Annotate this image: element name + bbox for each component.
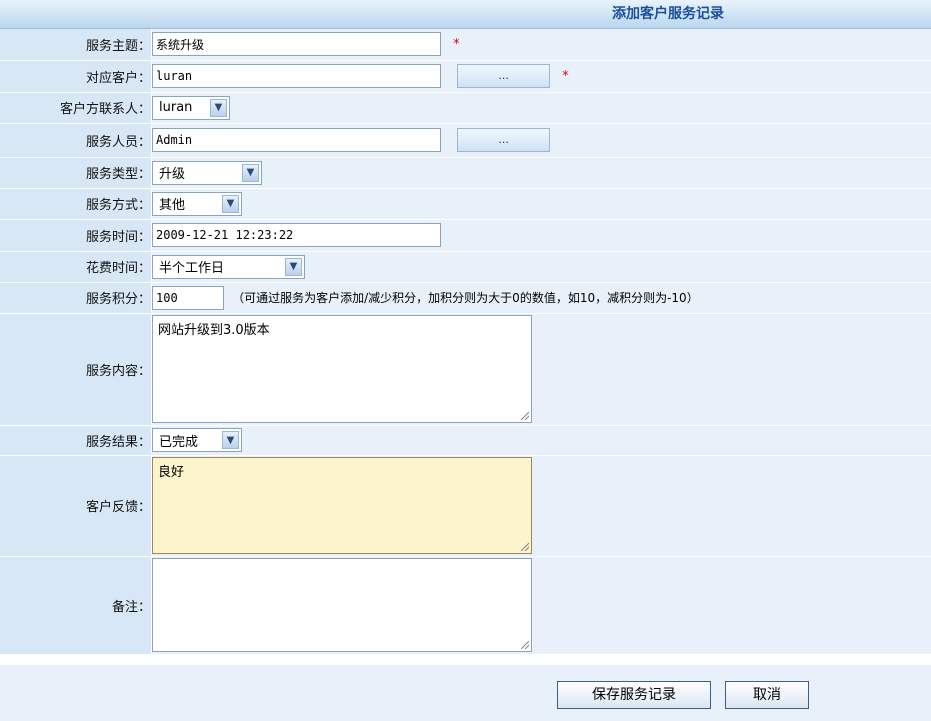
label-customer: 对应客户： — [0, 60, 152, 93]
resize-grip-icon[interactable] — [521, 412, 529, 420]
feedback-text: 良好 — [158, 465, 185, 480]
row-remark: 备注： — [0, 556, 931, 655]
row-contact: 客户方联系人： luran ▼ — [0, 92, 931, 124]
row-result: 服务结果： 已完成 ▼ — [0, 425, 931, 456]
choose-staff-button[interactable]: ... — [457, 128, 551, 152]
service-record-form: 添加客户服务记录 服务主题： * 对应客户： ... * 客户方联系人： lur… — [0, 0, 931, 721]
chevron-down-icon: ▼ — [242, 163, 259, 182]
required-mark: * — [562, 68, 569, 84]
result-select-value: 已完成 — [159, 434, 199, 450]
chevron-down-icon: ▼ — [222, 194, 239, 213]
cost-select[interactable]: 半个工作日 ▼ — [152, 254, 305, 279]
required-mark: * — [453, 36, 460, 52]
chevron-down-icon: ▼ — [285, 257, 302, 276]
chevron-down-icon: ▼ — [210, 98, 227, 117]
label-contact: 客户方联系人： — [0, 92, 152, 124]
label-subject: 服务主题： — [0, 29, 152, 61]
label-staff: 服务人员： — [0, 123, 152, 158]
staff-input[interactable] — [152, 128, 441, 152]
cancel-button[interactable]: 取消 — [725, 681, 809, 709]
form-header: 添加客户服务记录 — [0, 0, 931, 29]
feedback-textarea[interactable]: 良好 — [152, 457, 532, 554]
type-select[interactable]: 升级 ▼ — [152, 160, 262, 185]
method-select[interactable]: 其他 ▼ — [152, 191, 242, 216]
result-select[interactable]: 已完成 ▼ — [152, 428, 242, 452]
label-feedback: 客户反馈： — [0, 455, 152, 557]
chevron-down-icon: ▼ — [222, 431, 239, 449]
type-select-value: 升级 — [159, 167, 186, 182]
row-customer: 对应客户： ... * — [0, 60, 931, 93]
points-input[interactable] — [152, 285, 224, 310]
service-time-input[interactable] — [152, 223, 441, 247]
row-staff: 服务人员： ... — [0, 123, 931, 158]
label-result: 服务结果： — [0, 425, 152, 456]
remark-textarea[interactable] — [152, 558, 532, 652]
label-content: 服务内容： — [0, 313, 152, 426]
save-button[interactable]: 保存服务记录 — [557, 681, 711, 709]
row-points: 服务积分： （可通过服务为客户添加/减少积分，加积分则为大于0的数值，如10，减… — [0, 282, 931, 314]
row-subject: 服务主题： * — [0, 29, 931, 61]
resize-grip-icon[interactable] — [521, 543, 529, 551]
row-cost: 花费时间： 半个工作日 ▼ — [0, 251, 931, 283]
label-method: 服务方式： — [0, 188, 152, 220]
label-points: 服务积分： — [0, 282, 152, 314]
content-textarea[interactable]: 网站升级到3.0版本 — [152, 315, 532, 423]
form-title: 添加客户服务记录 — [612, 6, 724, 22]
row-time: 服务时间： — [0, 219, 931, 252]
method-select-value: 其他 — [159, 198, 186, 213]
customer-input[interactable] — [152, 64, 441, 88]
subject-input[interactable] — [152, 32, 441, 57]
points-hint: （可通过服务为客户添加/减少积分，加积分则为大于0的数值，如10，减积分则为-1… — [232, 291, 699, 305]
label-time: 服务时间： — [0, 219, 152, 252]
label-remark: 备注： — [0, 556, 152, 655]
contact-select[interactable]: luran ▼ — [152, 95, 230, 120]
contact-select-value: luran — [159, 100, 193, 115]
choose-customer-button[interactable]: ... — [457, 64, 551, 88]
cost-select-value: 半个工作日 — [159, 261, 225, 276]
label-cost: 花费时间： — [0, 251, 152, 283]
resize-grip-icon[interactable] — [521, 641, 529, 649]
label-type: 服务类型： — [0, 157, 152, 189]
row-method: 服务方式： 其他 ▼ — [0, 188, 931, 220]
row-type: 服务类型： 升级 ▼ — [0, 157, 931, 189]
form-footer: 保存服务记录 取消 — [0, 665, 931, 721]
content-text: 网站升级到3.0版本 — [158, 323, 270, 338]
form-table: 服务主题： * 对应客户： ... * 客户方联系人： luran ▼ — [0, 29, 931, 655]
row-feedback: 客户反馈： 良好 — [0, 455, 931, 557]
row-content: 服务内容： 网站升级到3.0版本 — [0, 313, 931, 426]
